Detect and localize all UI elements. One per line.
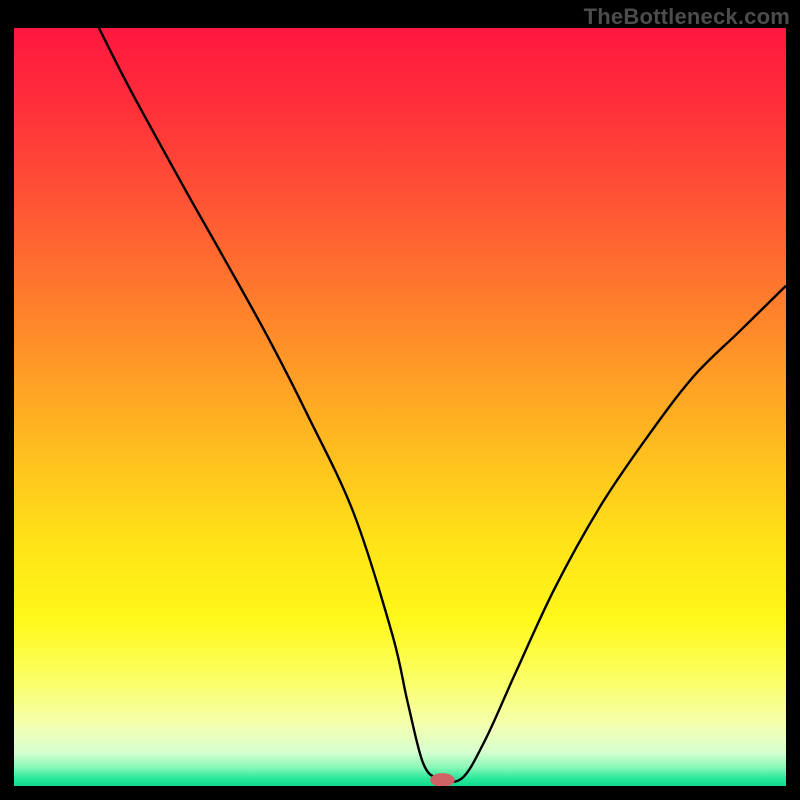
watermark-text: TheBottleneck.com (584, 4, 790, 30)
gradient-plot (14, 28, 786, 786)
chart-svg (14, 28, 786, 786)
chart-frame: TheBottleneck.com (0, 0, 800, 800)
